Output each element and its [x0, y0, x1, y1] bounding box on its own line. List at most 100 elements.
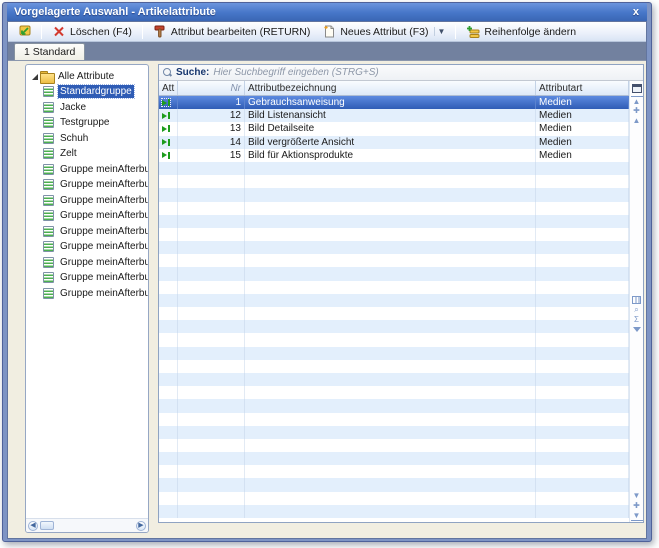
nr-cell: 14: [178, 136, 245, 149]
columns-icon[interactable]: [632, 296, 641, 304]
new-attribute-button[interactable]: Neues Attribut (F3) ▼: [317, 22, 450, 41]
tree-item-label: Gruppe meinAfterbuy ART00080: [58, 256, 148, 269]
: [536, 333, 629, 346]
: [245, 267, 536, 280]
grid-empty-row[interactable]: [159, 452, 629, 465]
: [178, 307, 245, 320]
grid-empty-row[interactable]: [159, 386, 629, 399]
grid-empty-row[interactable]: [159, 439, 629, 452]
titlebar[interactable]: Vorgelagerte Auswahl - Artikelattribute …: [7, 3, 647, 21]
scroll-to-bottom-icon[interactable]: ▼: [631, 511, 643, 521]
grid-empty-row[interactable]: [159, 254, 629, 267]
new-attribute-dropdown-arrow[interactable]: ▼: [434, 27, 445, 36]
nr-cell: 13: [178, 122, 245, 135]
tree-item[interactable]: Jacke: [30, 100, 146, 116]
edit-attribute-button[interactable]: Attribut bearbeiten (RETURN): [148, 22, 315, 41]
tree-item[interactable]: Gruppe meinAfterbuy ART00075: [30, 193, 146, 209]
grid-empty-row[interactable]: [159, 465, 629, 478]
grid-row[interactable]: 13Bild DetailseiteMedien: [159, 122, 629, 135]
apply-button[interactable]: [12, 22, 36, 41]
scroll-right-icon[interactable]: ▶: [136, 521, 146, 531]
sum-icon[interactable]: Σ: [631, 315, 643, 325]
move-down-icon[interactable]: ✚: [631, 501, 643, 511]
grid-empty-row[interactable]: [159, 228, 629, 241]
scroll-to-top-icon[interactable]: ▲: [631, 96, 643, 106]
: [178, 333, 245, 346]
tree-item[interactable]: Gruppe meinAfterbuy ART00079: [30, 239, 146, 255]
: [245, 228, 536, 241]
tree-item[interactable]: Schuh: [30, 131, 146, 147]
grid-empty-row[interactable]: [159, 281, 629, 294]
tree-root[interactable]: Alle Attribute: [30, 69, 146, 84]
scrollbar-thumb[interactable]: [40, 521, 54, 530]
tree-item[interactable]: Gruppe meinAfterbuy ART00080: [30, 255, 146, 271]
window-body: Löschen (F4) Attribut bearbeiten (RETURN…: [7, 21, 647, 539]
attribute-group-icon: [43, 117, 54, 128]
grid-empty-row[interactable]: [159, 505, 629, 518]
: [159, 452, 178, 465]
scroll-down-icon[interactable]: ▼: [631, 491, 643, 501]
attribute-group-icon: [43, 257, 54, 268]
tree-item[interactable]: Gruppe meinAfterbuy ART00078: [30, 224, 146, 240]
tree-item[interactable]: Gruppe meinAfterbuy ART00082: [30, 286, 146, 302]
move-up-icon[interactable]: ✚: [631, 106, 643, 116]
grid-row[interactable]: 12Bild ListenansichtMedien: [159, 109, 629, 122]
tab-strip: 1 Standard: [8, 42, 646, 61]
grid-empty-row[interactable]: [159, 333, 629, 346]
: [536, 241, 629, 254]
filter-icon[interactable]: [633, 327, 641, 332]
grid-row[interactable]: 1GebrauchsanweisungMedien: [159, 96, 629, 109]
tree-item[interactable]: Gruppe meinAfterbuy ART00081: [30, 270, 146, 286]
grid-empty-row[interactable]: [159, 162, 629, 175]
search-input[interactable]: Hier Suchbegriff eingeben (STRG+S): [213, 67, 378, 78]
scroll-up-icon[interactable]: ▲: [631, 116, 643, 126]
grid-empty-row[interactable]: [159, 267, 629, 280]
grid-empty-row[interactable]: [159, 307, 629, 320]
column-header-attributart[interactable]: Attributart: [536, 81, 629, 95]
find-icon[interactable]: ⌕: [631, 305, 643, 315]
grid-row[interactable]: 15Bild für AktionsprodukteMedien: [159, 149, 629, 162]
column-chooser-icon[interactable]: [632, 84, 642, 93]
tree-item[interactable]: Gruppe meinAfterbuy ART00074: [30, 177, 146, 193]
expand-collapse-icon[interactable]: [30, 74, 39, 80]
delete-button[interactable]: Löschen (F4): [47, 22, 137, 41]
grid-empty-row[interactable]: [159, 202, 629, 215]
grid-row[interactable]: 14Bild vergrößerte AnsichtMedien: [159, 136, 629, 149]
tree-item[interactable]: Gruppe meinAfterbuy ART00076: [30, 208, 146, 224]
tree-item[interactable]: Zelt: [30, 146, 146, 162]
tree-item[interactable]: Gruppe meinAfterbuy ART00073: [30, 162, 146, 178]
grid-empty-row[interactable]: [159, 320, 629, 333]
tab-1-standard[interactable]: 1 Standard: [14, 43, 85, 60]
grid-empty-row[interactable]: [159, 360, 629, 373]
grid-empty-row[interactable]: [159, 294, 629, 307]
grid-empty-row[interactable]: [159, 241, 629, 254]
close-button[interactable]: x: [631, 6, 641, 18]
grid-empty-row[interactable]: [159, 175, 629, 188]
tree-item[interactable]: Testgruppe: [30, 115, 146, 131]
grid-empty-row[interactable]: [159, 215, 629, 228]
hammer-icon: [153, 25, 167, 38]
grid-empty-row[interactable]: [159, 373, 629, 386]
attribute-group-icon: [43, 288, 54, 299]
column-header-att[interactable]: Att: [159, 81, 178, 95]
attribute-group-icon: [43, 272, 54, 283]
grid-empty-row[interactable]: [159, 188, 629, 201]
grid-empty-row[interactable]: [159, 399, 629, 412]
grid-empty-row[interactable]: [159, 413, 629, 426]
: [536, 399, 629, 412]
: [159, 294, 178, 307]
column-header-nr[interactable]: Nr: [178, 81, 245, 95]
grid-search-bar[interactable]: Suche: Hier Suchbegriff eingeben (STRG+S…: [159, 65, 643, 81]
column-header-attributbezeichnung[interactable]: Attributbezeichnung: [245, 81, 536, 95]
grid-empty-row[interactable]: [159, 347, 629, 360]
scroll-left-icon[interactable]: ◀: [28, 521, 38, 531]
tree-item[interactable]: Standardgruppe: [30, 84, 146, 100]
reorder-button[interactable]: Reihenfolge ändern: [461, 22, 581, 41]
: [159, 426, 178, 439]
grid-empty-row[interactable]: [159, 492, 629, 505]
grid-empty-row[interactable]: [159, 478, 629, 491]
toolbar: Löschen (F4) Attribut bearbeiten (RETURN…: [8, 22, 646, 42]
grid-empty-row[interactable]: [159, 426, 629, 439]
tree-horizontal-scrollbar[interactable]: ◀ ▶: [26, 518, 148, 532]
delete-x-icon: [52, 25, 66, 38]
